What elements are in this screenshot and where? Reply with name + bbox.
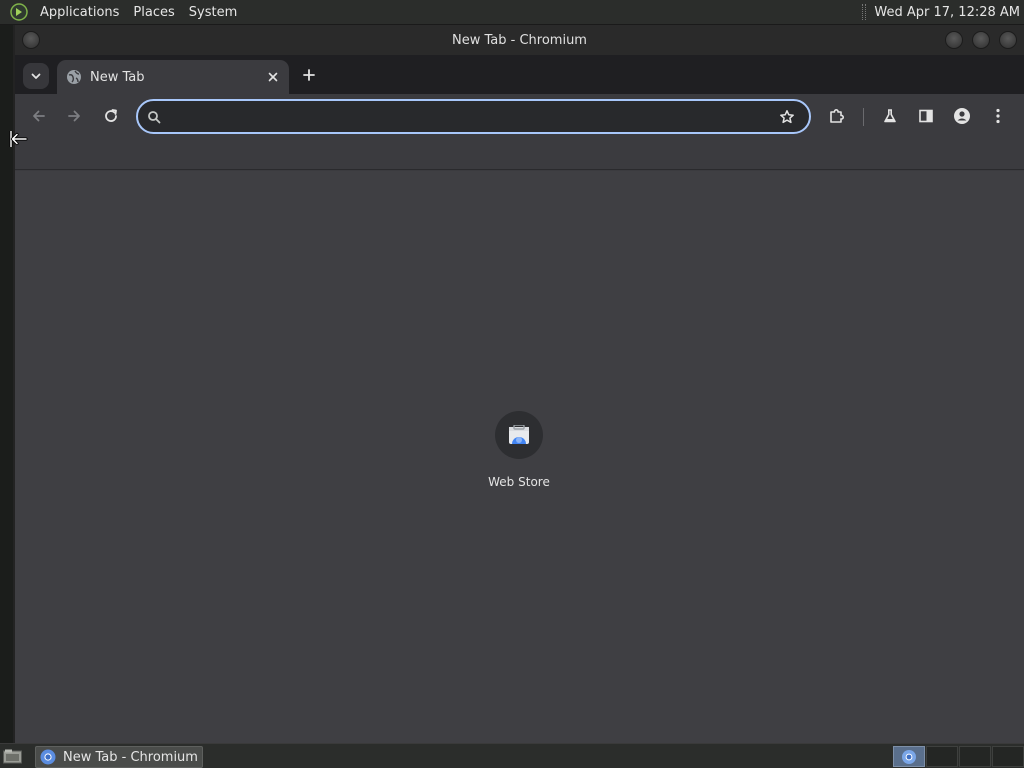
minimize-button[interactable] [945,31,963,49]
new-tab-page: Web Store [15,171,1024,743]
bookmark-star-button[interactable] [777,107,797,127]
kebab-menu-icon [996,108,1000,124]
clock[interactable]: Wed Apr 17, 12:28 AM [874,5,1024,20]
globe-icon [67,70,81,84]
bottom-panel: New Tab - Chromium [0,743,1024,768]
chromium-icon [40,749,56,765]
search-icon [148,110,161,123]
reload-button[interactable] [97,102,125,130]
shortcut-label: Web Store [488,475,550,489]
chromium-icon [902,749,916,764]
distro-logo-icon[interactable] [9,2,29,22]
close-window-button[interactable] [999,31,1017,49]
close-tab-button[interactable] [263,67,283,87]
system-menu[interactable]: System [182,0,244,25]
window-title: New Tab - Chromium [452,32,587,48]
top-panel: Applications Places System Wed Apr 17, 1… [0,0,1024,25]
workspace-1[interactable] [893,746,925,767]
star-icon [780,109,794,123]
workspace-3[interactable] [959,746,991,767]
window-titlebar[interactable]: New Tab - Chromium [15,25,1024,55]
tab-search-button[interactable] [23,63,49,89]
side-panel-icon [919,109,933,123]
arrow-left-icon [33,110,45,122]
labs-button[interactable] [876,102,904,130]
new-tab-button[interactable] [297,63,321,87]
arrow-right-icon [68,110,80,122]
toolbar-divider [863,108,864,126]
back-button[interactable] [25,102,53,130]
tab-new-tab[interactable]: New Tab [57,60,289,94]
tab-title: New Tab [90,69,145,85]
puzzle-icon [830,109,844,123]
flask-icon [884,109,896,123]
taskbar-item-chromium[interactable]: New Tab - Chromium [35,746,203,768]
chevron-down-icon [31,73,41,79]
show-desktop-icon[interactable] [3,749,22,764]
extensions-button[interactable] [823,102,851,130]
taskbar-item-label: New Tab - Chromium [63,749,198,765]
shortcut-web-store[interactable]: Web Store [483,411,555,489]
workspace-2[interactable] [926,746,958,767]
toolbar-lower-area [15,138,1024,170]
browser-toolbar [15,94,1024,138]
address-input[interactable] [162,102,777,131]
maximize-button[interactable] [972,31,990,49]
workspace-4[interactable] [992,746,1024,767]
plus-icon [303,69,315,81]
chrome-menu-button[interactable] [984,102,1012,130]
web-store-icon [495,411,543,459]
close-icon [268,72,278,82]
address-bar[interactable] [136,99,811,134]
browser-window: New Tab - Chromium New Tab Web Store [13,25,1024,743]
resize-cursor-icon [9,131,28,147]
applications-menu[interactable]: Applications [33,0,126,25]
side-panel-button[interactable] [912,102,940,130]
avatar-icon [954,108,970,124]
places-menu[interactable]: Places [126,0,181,25]
window-menu-button[interactable] [22,31,40,49]
reload-icon [105,109,117,122]
tab-strip: New Tab [15,55,1024,94]
profile-button[interactable] [948,102,976,130]
panel-handle[interactable] [862,4,867,20]
forward-button[interactable] [60,102,88,130]
